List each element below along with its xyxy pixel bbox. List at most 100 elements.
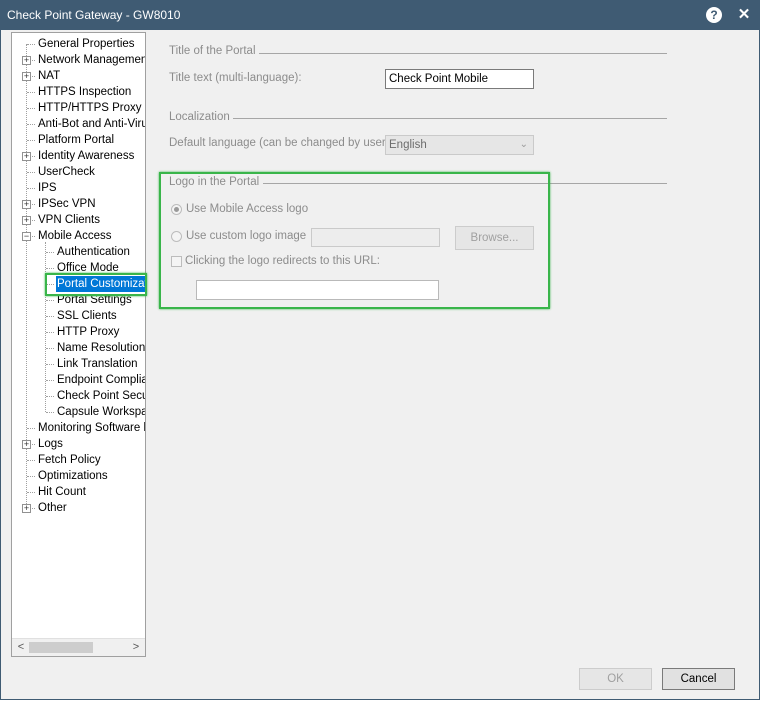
close-icon[interactable]: ✕ <box>735 5 753 25</box>
tree-item[interactable]: Network Management <box>37 52 146 68</box>
tree-item[interactable]: Authentication <box>56 244 131 260</box>
tree-item[interactable]: Check Point Secur <box>56 388 146 404</box>
section-divider <box>233 118 667 119</box>
window-title: Check Point Gateway - GW8010 <box>7 8 181 22</box>
default-language-value: English <box>389 139 427 151</box>
expand-icon[interactable]: + <box>22 440 31 449</box>
tree-item[interactable]: Optimizations <box>37 468 109 484</box>
tree-connector <box>27 92 35 93</box>
tree-connector <box>46 252 54 253</box>
tree-connector <box>27 108 35 109</box>
collapse-icon[interactable]: − <box>22 232 31 241</box>
tree-connector <box>27 428 35 429</box>
tree-item[interactable]: HTTP Proxy <box>56 324 120 340</box>
tree-item-label: Other <box>38 502 67 514</box>
tree-item[interactable]: Monitoring Software bla <box>37 420 145 436</box>
tree-item[interactable]: General Properties <box>37 36 136 52</box>
tree-item-label: Identity Awareness <box>38 150 135 162</box>
tree-item-label: Link Translation <box>57 358 138 370</box>
tree-connector <box>27 188 35 189</box>
tree-item-label: Endpoint Complian <box>57 374 146 386</box>
tree-connector <box>27 44 35 45</box>
tree-item-label: SSL Clients <box>57 310 117 322</box>
tree-item-label: IPS <box>38 182 57 194</box>
expand-icon[interactable]: + <box>22 200 31 209</box>
tree-item[interactable]: IPS <box>37 180 58 196</box>
tree-item[interactable]: Other <box>37 500 68 516</box>
tree-item[interactable]: UserCheck <box>37 164 96 180</box>
tree-item[interactable]: Name Resolution <box>56 340 146 356</box>
tree-connector <box>46 332 54 333</box>
tree-item[interactable]: Fetch Policy <box>37 452 102 468</box>
tree-item-label: Name Resolution <box>57 342 146 354</box>
tree-connector <box>27 476 35 477</box>
section-divider <box>259 53 667 54</box>
title-text-input[interactable]: Check Point Mobile <box>385 69 534 89</box>
title-bar: Check Point Gateway - GW8010 ? ✕ <box>1 1 759 30</box>
tree-item-label: Optimizations <box>38 470 108 482</box>
tree-connector <box>27 124 35 125</box>
selected-item-highlight <box>45 273 147 296</box>
horizontal-scrollbar[interactable]: < > <box>12 638 145 656</box>
tree-connector <box>27 172 35 173</box>
tree-item[interactable]: Endpoint Complian <box>56 372 146 388</box>
tree-connector <box>46 268 54 269</box>
tree-item-label: Fetch Policy <box>38 454 101 466</box>
tree-item-label: Authentication <box>57 246 130 258</box>
tree-item-label: Platform Portal <box>38 134 115 146</box>
tree-connector <box>27 140 35 141</box>
tree-item[interactable]: Hit Count <box>37 484 87 500</box>
tree-item-label: HTTP/HTTPS Proxy <box>38 102 142 114</box>
tree-item[interactable]: Link Translation <box>56 356 139 372</box>
tree-item-label: Network Management <box>38 54 146 66</box>
tree-item-label: UserCheck <box>38 166 95 178</box>
tree-item[interactable]: Platform Portal <box>37 132 115 148</box>
logo-section-highlight <box>159 172 550 309</box>
tree-item[interactable]: Anti-Bot and Anti-Virus <box>37 116 145 132</box>
expand-icon[interactable]: + <box>22 56 31 65</box>
tree-item-label: HTTPS Inspection <box>38 86 132 98</box>
ok-button[interactable]: OK <box>579 668 652 690</box>
tree-item-label: HTTP Proxy <box>57 326 120 338</box>
tree-item[interactable]: Mobile Access <box>37 228 113 244</box>
cancel-button[interactable]: Cancel <box>662 668 735 690</box>
tree-item[interactable]: IPSec VPN <box>37 196 97 212</box>
navigation-tree[interactable]: < > General Properties + Network Managemen… <box>11 32 146 657</box>
tree-connector <box>46 364 54 365</box>
tree-item-label: Capsule Workspac <box>57 406 146 418</box>
expand-icon[interactable]: + <box>22 504 31 513</box>
default-language-select[interactable]: English ⌄ <box>385 135 534 155</box>
tree-item[interactable]: SSL Clients <box>56 308 118 324</box>
tree-item[interactable]: Logs <box>37 436 64 452</box>
scroll-left-icon[interactable]: < <box>14 640 28 654</box>
portal-title-section-heading: Title of the Portal <box>169 45 256 57</box>
expand-icon[interactable]: + <box>22 216 31 225</box>
help-icon[interactable]: ? <box>706 7 722 23</box>
tree-item[interactable]: Capsule Workspac <box>56 404 146 420</box>
scroll-right-icon[interactable]: > <box>129 640 143 654</box>
tree-item[interactable]: NAT <box>37 68 61 84</box>
scroll-thumb[interactable] <box>29 642 93 653</box>
tree-item-label: Hit Count <box>38 486 86 498</box>
tree-connector <box>46 396 54 397</box>
tree-item-label: Mobile Access <box>38 230 112 242</box>
tree-connector <box>27 492 35 493</box>
tree-item[interactable]: VPN Clients <box>37 212 101 228</box>
expand-icon[interactable]: + <box>22 72 31 81</box>
background-strip <box>0 700 762 704</box>
tree-item[interactable]: HTTP/HTTPS Proxy <box>37 100 143 116</box>
tree-item-label: Logs <box>38 438 63 450</box>
tree-item[interactable]: HTTPS Inspection <box>37 84 132 100</box>
tree-item-label: Check Point Secur <box>57 390 146 402</box>
tree-item-label: Monitoring Software bla <box>38 422 145 434</box>
tree-item-label: IPSec VPN <box>38 198 96 210</box>
tree-item[interactable]: Identity Awareness <box>37 148 135 164</box>
tree-connector <box>46 380 54 381</box>
localization-section-heading: Localization <box>169 111 230 123</box>
tree-connector <box>46 348 54 349</box>
expand-icon[interactable]: + <box>22 152 31 161</box>
tree-item-label: NAT <box>38 70 61 82</box>
tree-connector <box>46 412 54 413</box>
chevron-down-icon: ⌄ <box>519 139 528 150</box>
title-text-label: Title text (multi-language): <box>169 72 302 84</box>
